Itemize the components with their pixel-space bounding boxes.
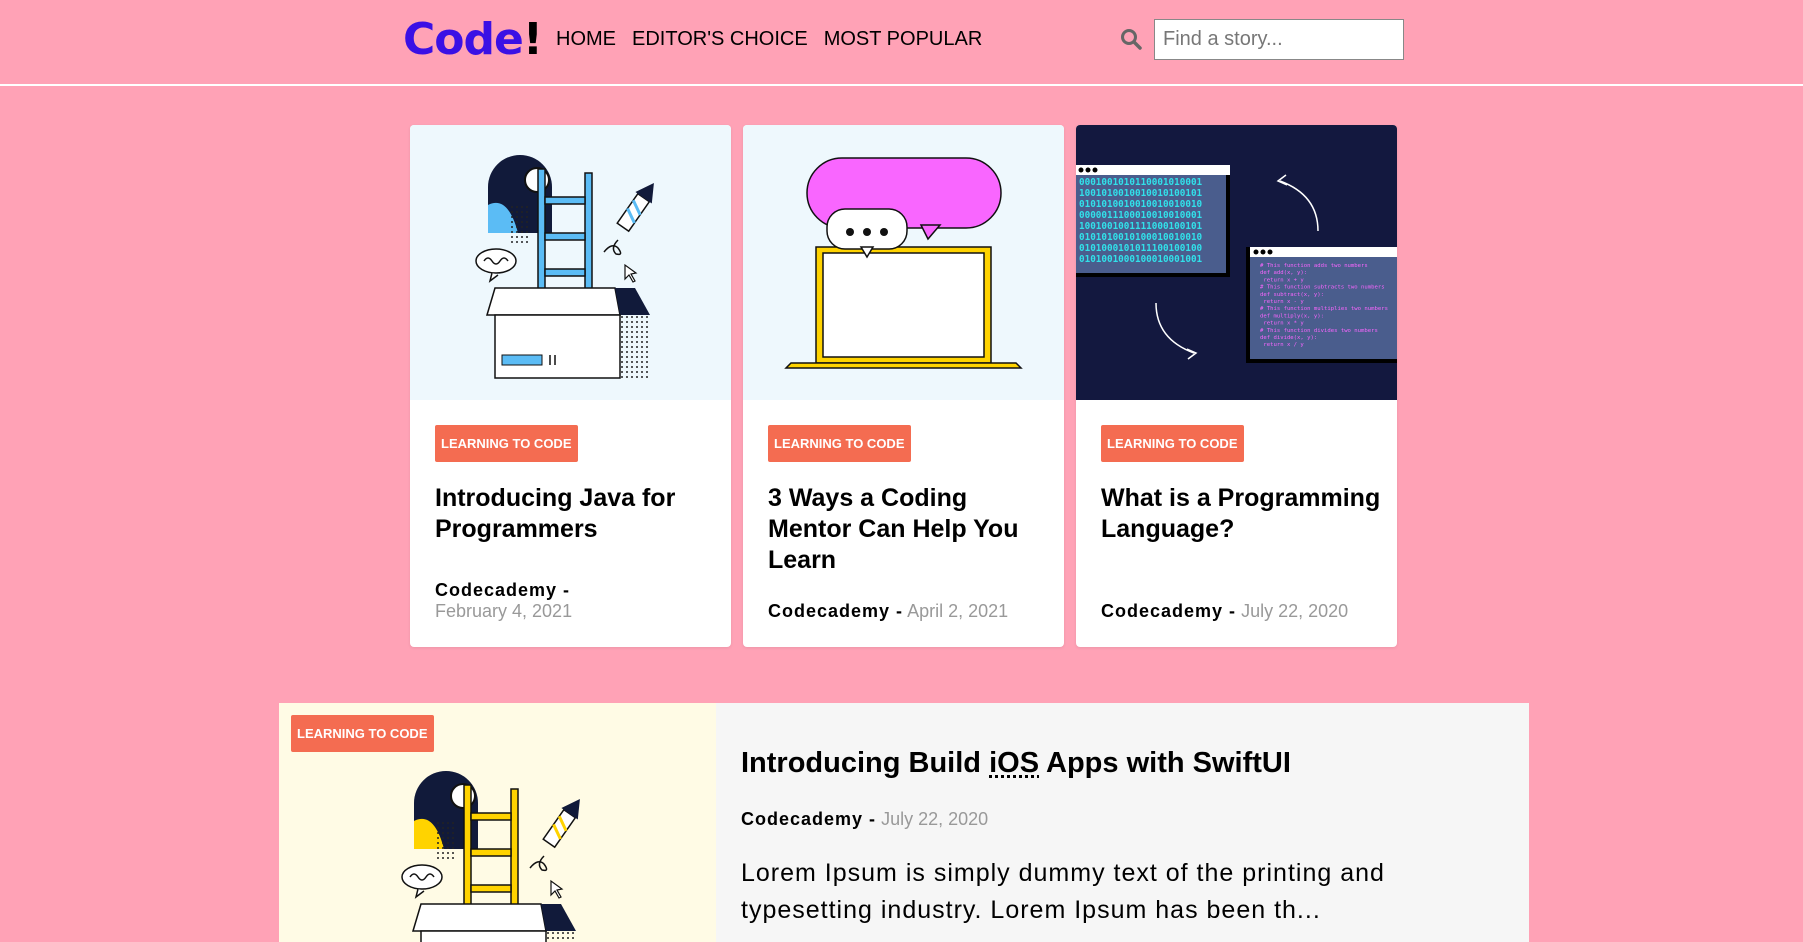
category-tag[interactable]: LEARNING TO CODE — [1101, 425, 1244, 462]
nav-home[interactable]: HOME — [556, 26, 616, 52]
article-meta: Codecademy - July 22, 2020 — [1101, 601, 1381, 622]
article-meta: Codecademy - February 4, 2021 — [435, 580, 715, 622]
main-nav: HOME EDITOR'S CHOICE MOST POPULAR — [556, 26, 982, 52]
binary-line: 0000011100010010010001 — [1079, 210, 1203, 221]
nav-most-popular[interactable]: MOST POPULAR — [824, 26, 983, 52]
article-meta: Codecademy - April 2, 2021 — [768, 601, 1048, 622]
category-tag[interactable]: LEARNING TO CODE — [435, 425, 578, 462]
laptop-speech-bubble-illustration — [743, 125, 1064, 400]
binary-line: 0101001000100010001001 — [1079, 254, 1203, 265]
code-line: # This function subtracts two numbers — [1260, 285, 1385, 291]
article-author: Codecademy - — [741, 809, 877, 829]
code-line: def add(x, y): — [1260, 270, 1307, 276]
article-title[interactable]: What is a Programming Language? — [1101, 483, 1381, 545]
featured-title[interactable]: Introducing Build iOS Apps with SwiftUI — [741, 745, 1291, 781]
binary-line: 0101010010010010010010 — [1079, 199, 1203, 210]
code-line: def multiply(x, y): — [1260, 313, 1324, 319]
article-card[interactable]: LEARNING TO CODE Introducing Java for Pr… — [410, 125, 731, 647]
code-line: return x - y — [1260, 299, 1304, 305]
code-line: # This function multiplies two numbers — [1260, 306, 1388, 312]
article-title[interactable]: Introducing Java for Programmers — [435, 483, 715, 545]
featured-article[interactable]: LEARNING TO CODE Introducing Build iOS A… — [279, 703, 1529, 942]
binary-line: 1001010010010010100101 — [1079, 188, 1203, 199]
binary-code-windows-illustration: 0001001010110001010001 100101001001001010… — [1076, 125, 1397, 400]
site-logo[interactable]: Code! — [403, 14, 543, 66]
featured-excerpt: Lorem Ipsum is simply dummy text of the … — [741, 859, 1385, 924]
article-card[interactable]: LEARNING TO CODE 3 Ways a Coding Mentor … — [743, 125, 1064, 647]
code-line: return x * y — [1260, 321, 1304, 327]
search-icon[interactable] — [1120, 28, 1142, 50]
article-date: July 22, 2020 — [1241, 601, 1349, 621]
article-author: Codecademy - — [768, 601, 904, 621]
category-tag[interactable]: LEARNING TO CODE — [291, 715, 434, 752]
search-input[interactable] — [1154, 19, 1404, 60]
code-line: def subtract(x, y): — [1260, 292, 1324, 298]
article-author: Codecademy - — [1101, 601, 1237, 621]
article-date: July 22, 2020 — [881, 809, 989, 829]
category-tag[interactable]: LEARNING TO CODE — [768, 425, 911, 462]
binary-code-text: 0001001010110001010001 100101001001001010… — [1079, 177, 1203, 265]
binary-line: 0101000101011100100100 — [1079, 243, 1203, 254]
article-meta: Codecademy - July 22, 2020 — [741, 809, 988, 830]
site-header: Code! HOME EDITOR'S CHOICE MOST POPULAR — [0, 0, 1803, 86]
ladder-box-illustration — [410, 125, 731, 400]
binary-line: 1001001001111000100101 — [1079, 221, 1203, 232]
nav-editors-choice[interactable]: EDITOR'S CHOICE — [632, 26, 808, 52]
article-card[interactable]: 0001001010110001010001 100101001001001010… — [1076, 125, 1397, 647]
code-line: # This function divides two numbers — [1260, 328, 1378, 334]
ios-abbr: iOS — [989, 747, 1040, 779]
binary-line: 0101010010100010010010 — [1079, 232, 1203, 243]
article-date: February 4, 2021 — [435, 601, 573, 621]
code-line: # This function adds two numbers — [1260, 263, 1368, 269]
article-date: April 2, 2021 — [907, 601, 1009, 621]
article-title[interactable]: 3 Ways a Coding Mentor Can Help You Lear… — [768, 483, 1048, 576]
code-line: def divide(x, y): — [1260, 335, 1317, 341]
article-author: Codecademy - — [435, 580, 571, 600]
binary-line: 0001001010110001010001 — [1079, 177, 1203, 188]
code-line: return x / y — [1260, 342, 1304, 348]
code-line: return x + y — [1260, 277, 1304, 283]
